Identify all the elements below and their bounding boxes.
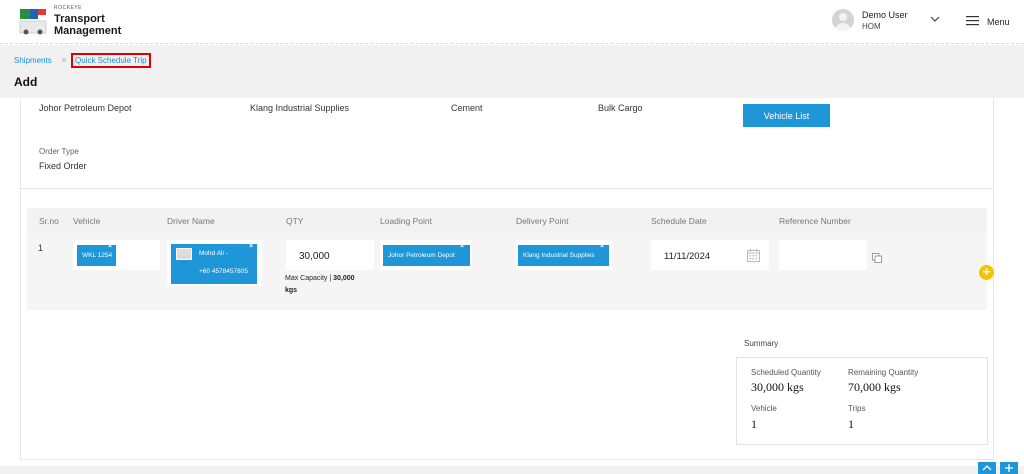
max-capacity-unit: kgs [285,287,298,294]
scheduled-quantity-value: 30,000 kgs [751,380,804,394]
breadcrumb-separator: » [62,55,67,64]
page-title: Add [14,75,38,89]
th-vehicle: Vehicle [73,216,101,226]
vehicle-list-button[interactable]: Vehicle List [743,104,830,127]
add-row-icon[interactable]: + [979,265,994,280]
driver-avatar-icon [176,248,192,260]
loading-point-chip-close-icon[interactable]: × [460,243,464,250]
brand-line-2: Management [54,25,122,37]
qty-value: 30,000 [299,251,330,262]
reference-number-input[interactable] [779,240,867,270]
th-schedule-date: Schedule Date [651,216,707,226]
breadcrumb-band: Shipments » Quick Schedule Trip Add [0,45,1024,98]
brand-small: ROCKEYE [54,5,82,11]
user-name: Demo User [862,10,908,20]
scroll-up-icon[interactable] [978,462,996,474]
delivery-point-chip-close-icon[interactable]: × [600,243,604,250]
th-reference-number: Reference Number [779,216,851,226]
vehicle-count-label: Vehicle [751,404,777,413]
quick-add-icon[interactable] [1000,462,1018,474]
order-type-label: Order Type [39,147,79,156]
menu-label[interactable]: Menu [987,17,1010,27]
delivery-point-chip: Klang Industrial Supplies [518,245,609,266]
driver-chip-phone: +60 4578457805 [199,268,248,275]
brand-line-1: Transport [54,13,105,25]
driver-chip-name: Mohd Ali - [199,250,228,257]
cargo-type-value: Bulk Cargo [598,103,643,113]
remaining-quantity-label: Remaining Quantity [848,368,919,377]
row-sr-no: 1 [38,243,44,253]
trips-label: Trips [848,404,866,413]
vehicle-count-value: 1 [751,417,757,431]
delivery-point-chip-label: Klang Industrial Supplies [523,252,595,259]
schedule-date-value: 11/11/2024 [664,251,711,262]
vehicle-chip-label: WKL 1254 [82,252,113,259]
delivery-point-value: Klang Industrial Supplies [250,103,350,113]
copy-icon[interactable] [872,253,882,263]
max-capacity-value: 30,000 [333,275,355,282]
calendar-icon[interactable] [747,249,760,262]
loading-point-value: Johor Petroleum Depot [39,103,132,113]
chevron-down-icon[interactable] [930,14,940,24]
user-avatar-icon[interactable] [832,9,854,31]
th-sr-no: Sr.no [39,216,59,226]
section-divider [20,188,994,189]
bottom-strip [0,466,1024,474]
th-qty: QTY [286,216,304,226]
remaining-quantity-value: 70,000 kgs [848,380,901,394]
loading-point-chip-label: Johor Petroleum Depot [388,252,455,259]
user-role: HOM [862,22,881,31]
trips-value: 1 [848,417,854,431]
th-delivery-point: Delivery Point [516,216,569,226]
th-driver-name: Driver Name [167,216,215,226]
summary-title: Summary [744,339,779,348]
scheduled-quantity-label: Scheduled Quantity [751,368,821,377]
order-type-value: Fixed Order [39,161,87,171]
max-capacity-text: Max Capacity | 30,000 kgs [285,273,377,297]
material-value: Cement [451,103,483,113]
loading-point-chip: Johor Petroleum Depot [383,245,470,266]
hamburger-menu-icon[interactable] [966,15,979,26]
breadcrumb-quick-schedule-trip[interactable]: Quick Schedule Trip [71,53,151,68]
truck-logo-icon [19,9,47,35]
driver-chip-close-icon[interactable]: × [249,243,253,250]
th-loading-point: Loading Point [380,216,432,226]
top-bar: ROCKEYE Transport Management Demo User H… [0,0,1024,44]
breadcrumb-shipments[interactable]: Shipments [14,56,52,65]
vehicle-chip-close-icon[interactable]: × [108,243,112,250]
max-capacity-prefix: Max Capacity | [285,275,334,282]
